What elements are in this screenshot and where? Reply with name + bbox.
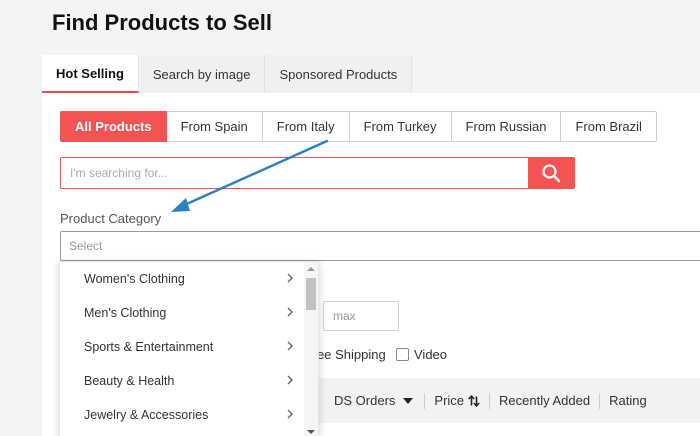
category-option-beauty-health[interactable]: Beauty & Health xyxy=(60,364,304,398)
scroll-up-icon[interactable] xyxy=(307,266,315,272)
product-category-label: Product Category xyxy=(60,211,162,226)
filter-all-products[interactable]: All Products xyxy=(60,111,167,142)
category-dropdown-menu: Women's Clothing Men's Clothing Sports &… xyxy=(59,261,319,436)
sort-price-label: Price xyxy=(434,393,465,408)
price-max-input[interactable]: max xyxy=(323,301,399,331)
scroll-down-icon[interactable] xyxy=(307,429,315,435)
video-label: Video xyxy=(414,347,448,362)
page-title: Find Products to Sell xyxy=(52,10,273,35)
search-input[interactable] xyxy=(61,158,528,188)
category-option-label: Beauty & Health xyxy=(84,374,175,388)
category-option-jewelry-accessories[interactable]: Jewelry & Accessories xyxy=(60,398,304,432)
sort-ds-orders-label: DS Orders xyxy=(334,393,396,408)
filter-from-italy[interactable]: From Italy xyxy=(262,111,350,142)
tab-bar: Hot Selling Search by image Sponsored Pr… xyxy=(42,55,413,93)
sort-ds-orders[interactable]: DS Orders xyxy=(334,393,424,408)
video-checkbox[interactable] xyxy=(396,348,409,361)
category-option-label: Sports & Entertainment xyxy=(84,340,214,354)
sort-price[interactable]: Price xyxy=(425,393,489,408)
tab-hot-selling[interactable]: Hot Selling xyxy=(42,55,139,93)
filter-from-russian[interactable]: From Russian xyxy=(451,111,562,142)
chevron-right-icon xyxy=(287,273,293,283)
scrollbar-thumb[interactable] xyxy=(306,278,316,310)
tab-sponsored-products[interactable]: Sponsored Products xyxy=(265,55,413,93)
dropdown-scrollbar[interactable] xyxy=(304,262,318,436)
filter-from-spain[interactable]: From Spain xyxy=(166,111,263,142)
filter-from-brazil[interactable]: From Brazil xyxy=(561,111,657,142)
category-option-label: Women's Clothing xyxy=(84,272,185,286)
search-icon xyxy=(542,164,561,183)
video-filter: Video xyxy=(396,347,447,362)
tab-search-by-image[interactable]: Search by image xyxy=(138,55,266,93)
free-shipping-label: ee Shipping xyxy=(317,347,386,362)
sort-arrows-icon xyxy=(468,394,480,407)
filter-from-turkey[interactable]: From Turkey xyxy=(349,111,452,142)
category-option-sports-entertainment[interactable]: Sports & Entertainment xyxy=(60,330,304,364)
chevron-right-icon xyxy=(287,375,293,385)
origin-filter-group: All Products From Spain From Italy From … xyxy=(60,111,657,142)
search-button[interactable] xyxy=(528,158,574,188)
chevron-right-icon xyxy=(287,409,293,419)
product-category-select[interactable]: Select xyxy=(60,231,700,261)
sort-bar: DS Orders Price Recently Added Rating xyxy=(312,378,700,423)
category-option-label: Jewelry & Accessories xyxy=(84,408,209,422)
category-option-label: Men's Clothing xyxy=(84,306,167,320)
category-option-womens-clothing[interactable]: Women's Clothing xyxy=(60,262,304,296)
chevron-right-icon xyxy=(287,341,293,351)
category-option-mens-clothing[interactable]: Men's Clothing xyxy=(60,296,304,330)
chevron-right-icon xyxy=(287,307,293,317)
caret-down-icon xyxy=(403,397,414,404)
sort-rating[interactable]: Rating xyxy=(600,393,656,408)
sort-recently-added[interactable]: Recently Added xyxy=(490,393,599,408)
search-bar xyxy=(60,157,575,189)
